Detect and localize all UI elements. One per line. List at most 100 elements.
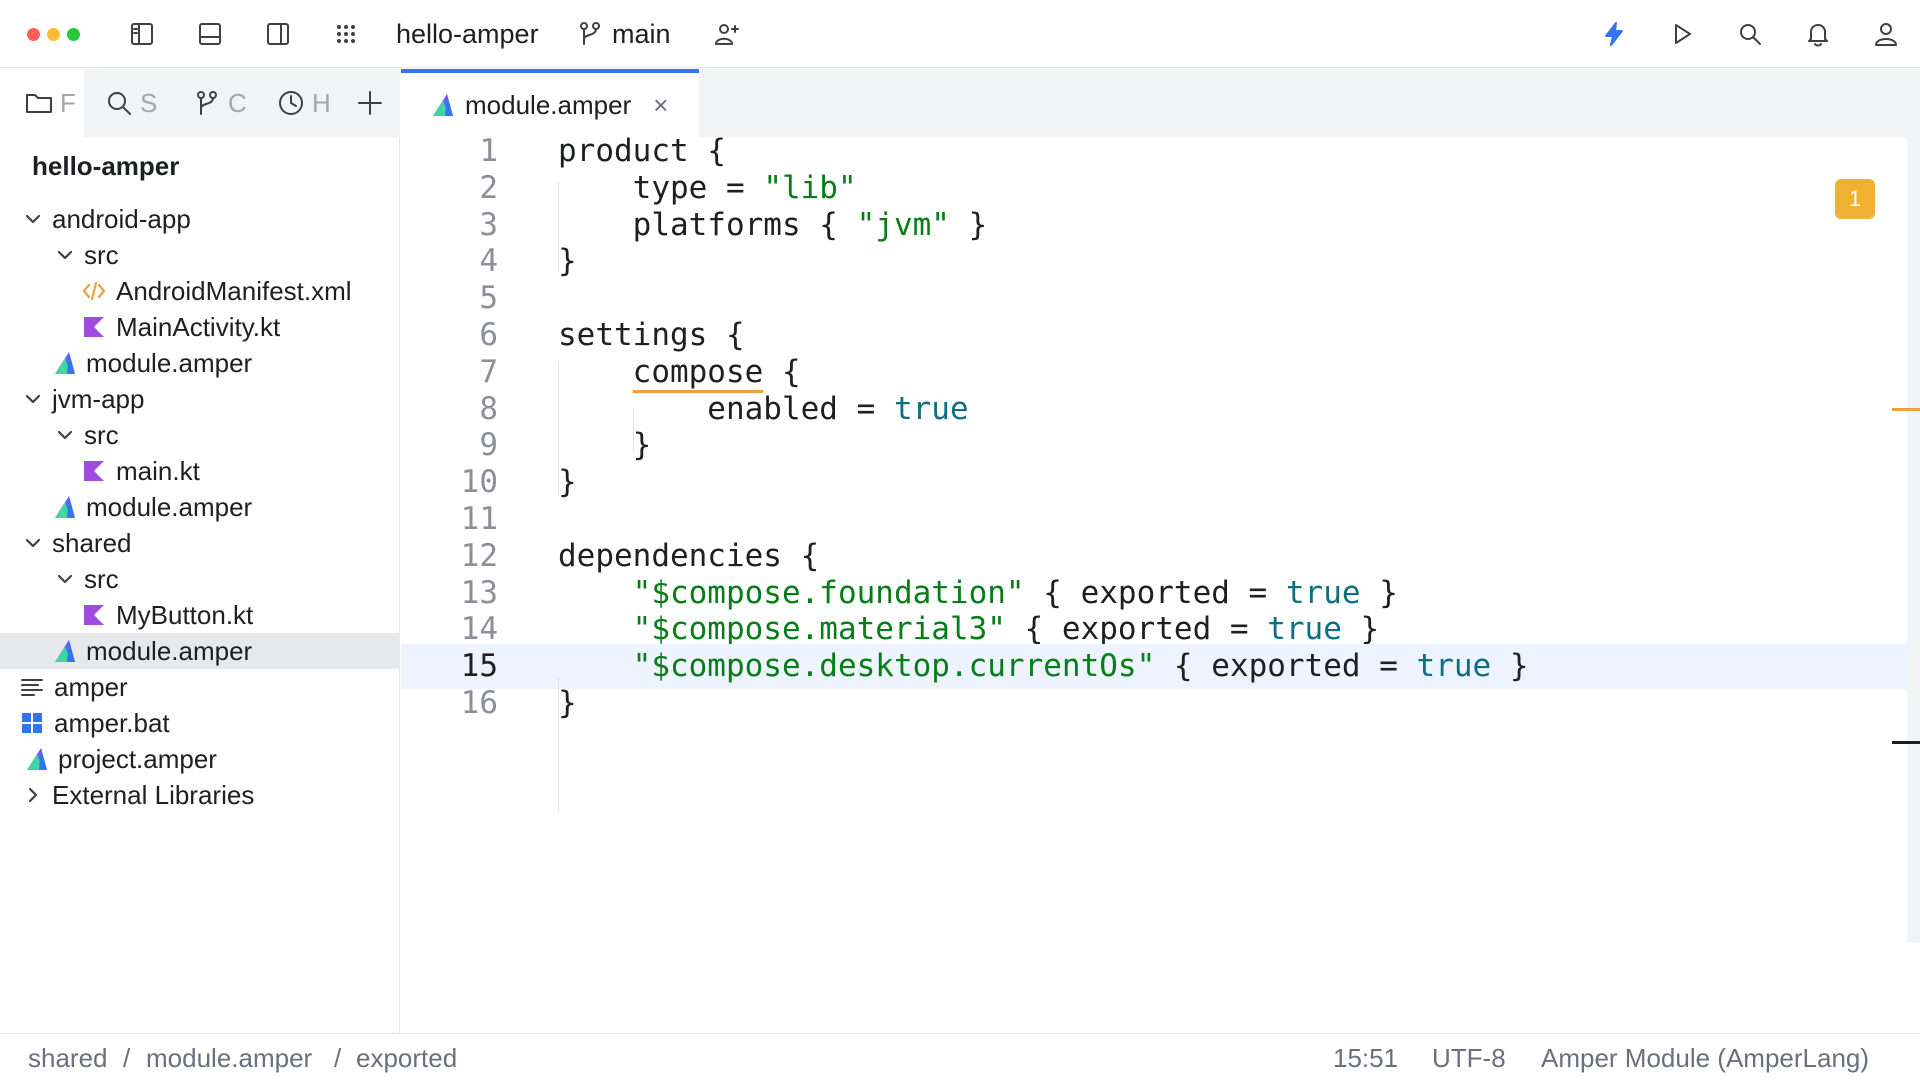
tree-item-label: src [84, 239, 119, 270]
add-user-icon [715, 24, 739, 45]
project-name-button[interactable]: hello-amper [396, 18, 539, 50]
minimize-window-button[interactable] [47, 28, 60, 41]
tree-item[interactable]: MyButton.kt [0, 597, 400, 633]
text-file-icon [18, 673, 46, 701]
project-tree: hello-amper android-app src AndroidManifes… [0, 137, 400, 1033]
invite-user-button[interactable] [707, 14, 747, 54]
code-editor[interactable]: 1 product {2 type = "lib" 3 platforms { "j… [401, 133, 1920, 1033]
tree-item-label: amper [54, 671, 128, 702]
tree-item[interactable]: src [0, 417, 400, 453]
tree-item-label: module.amper [86, 347, 253, 378]
tab-commit[interactable]: C [192, 69, 254, 137]
editor-tab-module-amper[interactable]: module.amper × [401, 69, 699, 137]
tab-search-label: S [140, 87, 158, 118]
tree-item[interactable]: android-app [0, 201, 400, 237]
editor-tab-label: module.amper [465, 89, 632, 120]
close-window-button[interactable] [27, 28, 40, 41]
tab-project[interactable]: F [0, 69, 84, 137]
tree-item-label: module.amper [86, 491, 253, 522]
toggle-right-sidebar-button[interactable] [258, 14, 298, 54]
branch-selector-button[interactable]: main [576, 14, 686, 54]
line-number[interactable]: 16 [401, 681, 498, 726]
warning-count-badge[interactable]: 1 [1835, 179, 1875, 219]
search-everywhere-button[interactable] [1730, 14, 1770, 54]
breadcrumb-item[interactable]: shared [28, 1043, 108, 1073]
tree-item[interactable]: module.amper [0, 633, 400, 669]
toggle-left-sidebar-button[interactable] [122, 14, 162, 54]
chevron-down-icon[interactable] [54, 424, 76, 446]
amper-icon [22, 745, 50, 773]
tree-item[interactable]: main.kt [0, 453, 400, 489]
tree-item-label: MyButton.kt [116, 599, 254, 630]
tree-item[interactable]: project.amper [0, 741, 400, 777]
caret-position[interactable]: 15:51 [1333, 1043, 1398, 1073]
tree-item-label: android-app [52, 203, 191, 234]
lightning-button[interactable] [1594, 14, 1634, 54]
tree-item[interactable]: AndroidManifest.xml [0, 273, 400, 309]
tab-project-label: F [60, 87, 76, 118]
bell-icon [1808, 24, 1828, 47]
tree-item[interactable]: jvm-app [0, 381, 400, 417]
breadcrumb-item[interactable]: module.amper [146, 1043, 312, 1073]
tree-root[interactable]: hello-amper [32, 151, 179, 182]
vertical-scrollbar[interactable] [1907, 137, 1920, 943]
kotlin-icon [80, 313, 108, 341]
tree-item[interactable]: MainActivity.kt [0, 309, 400, 345]
tree-item-label: src [84, 563, 119, 594]
amper-icon [50, 493, 78, 521]
tree-item[interactable]: External Libraries [0, 777, 400, 813]
amper-icon [50, 637, 78, 665]
search-icon [108, 92, 131, 115]
tab-search[interactable]: S [104, 69, 166, 137]
run-button[interactable] [1662, 14, 1702, 54]
tree-item[interactable]: module.amper [0, 345, 400, 381]
indent-guide [558, 677, 559, 812]
indent-guide [558, 182, 559, 272]
branch-icon [580, 22, 600, 45]
user-icon [1875, 23, 1897, 46]
tree-item[interactable]: src [0, 237, 400, 273]
branch-name: main [612, 18, 671, 49]
add-tool-window-button[interactable] [350, 69, 390, 137]
bottom-panel-icon [199, 23, 221, 45]
kotlin-icon [80, 601, 108, 629]
warning-marker[interactable] [1892, 408, 1920, 411]
toggle-bottom-panel-button[interactable] [190, 14, 230, 54]
kotlin-icon [80, 457, 108, 485]
editor-tab-bar: module.amper × [401, 69, 1920, 137]
search-icon [1740, 24, 1761, 45]
caret-marker [1892, 741, 1920, 744]
tab-history[interactable]: H [276, 69, 338, 137]
file-type[interactable]: Amper Module (AmperLang) [1541, 1043, 1869, 1073]
breadcrumb-item[interactable]: exported [356, 1043, 457, 1073]
chevron-down-icon[interactable] [22, 388, 44, 410]
tree-item-label: MainActivity.kt [116, 311, 281, 342]
notifications-button[interactable] [1798, 14, 1838, 54]
xml-icon [80, 277, 108, 305]
status-bar: shared / module.amper / exported 15:51 U… [0, 1033, 1920, 1080]
chevron-down-icon[interactable] [54, 568, 76, 590]
tree-item[interactable]: amper [0, 669, 400, 705]
code-line[interactable]: 16} [401, 681, 1920, 726]
tree-item-label: main.kt [116, 455, 200, 486]
tree-item[interactable]: module.amper [0, 489, 400, 525]
main-menu-button[interactable] [326, 14, 366, 54]
tree-item[interactable]: src [0, 561, 400, 597]
chevron-down-icon[interactable] [22, 208, 44, 230]
amper-icon [433, 94, 453, 116]
chevron-down-icon[interactable] [22, 532, 44, 554]
tree-item-label: project.amper [58, 743, 217, 774]
zoom-window-button[interactable] [67, 28, 80, 41]
tab-commit-label: C [228, 87, 247, 118]
tree-item[interactable]: amper.bat [0, 705, 400, 741]
tree-item-label: shared [52, 527, 132, 558]
close-icon[interactable]: × [653, 90, 668, 121]
file-encoding[interactable]: UTF-8 [1432, 1043, 1506, 1073]
chevron-right-icon[interactable] [22, 784, 44, 806]
clock-icon [279, 91, 303, 115]
chevron-down-icon[interactable] [54, 244, 76, 266]
lightning-icon [1605, 22, 1623, 46]
tree-item-label: amper.bat [54, 707, 170, 738]
account-button[interactable] [1866, 14, 1906, 54]
tree-item[interactable]: shared [0, 525, 400, 561]
